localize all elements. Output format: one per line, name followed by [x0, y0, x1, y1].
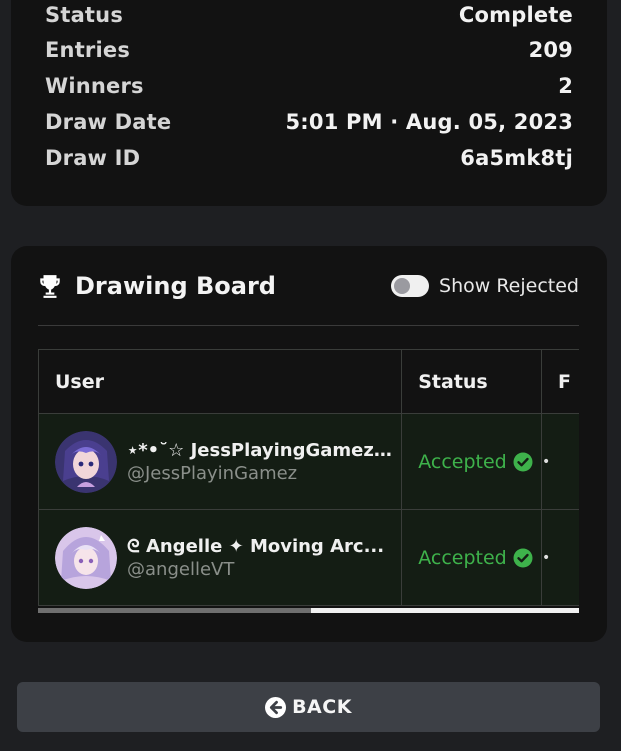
user-handle: @angelleVT [127, 558, 235, 580]
drawing-board-card: Drawing Board Show Rejected User Status … [11, 246, 607, 642]
info-value: 2 [558, 74, 573, 98]
check-circle-icon [513, 452, 533, 472]
horizontal-scrollbar[interactable] [38, 608, 579, 613]
user-name: ⋆*•˘☆ JessPlayingGamez... [127, 439, 392, 461]
info-value: 209 [528, 38, 573, 62]
extra-cell: • [541, 413, 579, 510]
drawing-board-title: Drawing Board [75, 272, 276, 300]
info-label: Winners [45, 74, 144, 98]
entries-table-scroll[interactable]: User Status F ⋆*•˘☆ JessPlayingGamez... … [38, 349, 579, 611]
user-cell: ᘓ Angelle ✦ Moving Arc... @angelleVT [38, 509, 403, 606]
info-value: 5:01 PM · Aug. 05, 2023 [285, 110, 573, 134]
status-text: Accepted [418, 450, 507, 473]
info-label: Entries [45, 38, 131, 62]
table-row[interactable]: ᘓ Angelle ✦ Moving Arc... @angelleVT Acc… [38, 509, 579, 606]
user-handle: @JessPlayinGamez [127, 462, 298, 484]
avatar [55, 526, 117, 589]
info-row-entries: Entries 209 [45, 35, 573, 65]
info-row-draw-date: Draw Date 5:01 PM · Aug. 05, 2023 [45, 107, 573, 137]
status-text: Accepted [418, 546, 507, 569]
show-rejected-toggle[interactable]: Show Rejected [391, 275, 579, 297]
toggle-knob [394, 278, 411, 294]
avatar [55, 430, 117, 493]
info-row-winners: Winners 2 [45, 71, 573, 101]
drawing-board-header: Drawing Board Show Rejected [37, 264, 579, 308]
info-label: Status [45, 3, 124, 27]
info-value: 6a5mk8tj [460, 146, 573, 170]
divider [38, 325, 579, 326]
back-button-label: BACK [292, 696, 352, 718]
info-label: Draw Date [45, 110, 172, 134]
trophy-icon [37, 273, 63, 299]
info-row-draw-id: Draw ID 6a5mk8tj [45, 143, 573, 173]
draw-info-card: Status Complete Entries 209 Winners 2 Dr… [11, 0, 607, 206]
table-row[interactable]: ⋆*•˘☆ JessPlayingGamez... @JessPlayinGam… [38, 413, 579, 510]
toggle-label: Show Rejected [439, 275, 579, 297]
check-circle-icon [513, 548, 533, 568]
column-header-f[interactable]: F [541, 349, 579, 414]
toggle-switch[interactable] [391, 275, 430, 297]
back-button[interactable]: BACK [17, 682, 600, 732]
user-cell: ⋆*•˘☆ JessPlayingGamez... @JessPlayinGam… [38, 413, 403, 510]
info-row-status: Status Complete [45, 0, 573, 30]
status-cell: Accepted [401, 413, 543, 510]
arrow-left-circle-icon [265, 696, 287, 718]
info-value: Complete [458, 3, 573, 27]
column-header-status[interactable]: Status [401, 349, 543, 414]
info-label: Draw ID [45, 146, 141, 170]
user-name: ᘓ Angelle ✦ Moving Arc... [127, 535, 385, 557]
column-header-user[interactable]: User [38, 349, 403, 414]
scrollbar-thumb[interactable] [38, 608, 311, 613]
entries-table: User Status F ⋆*•˘☆ JessPlayingGamez... … [38, 349, 579, 606]
extra-cell: • [541, 509, 579, 606]
status-cell: Accepted [401, 509, 543, 606]
